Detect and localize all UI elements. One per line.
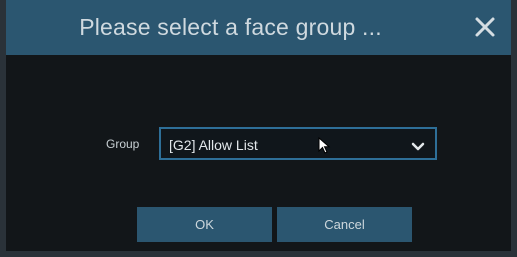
dialog-title: Please select a face group ... [79, 14, 382, 40]
group-select[interactable]: [G2] Allow List [159, 127, 437, 160]
close-button[interactable] [469, 11, 501, 43]
close-icon [475, 17, 495, 37]
group-label: Group [106, 137, 140, 151]
face-group-dialog: Please select a face group ... Group [G2… [0, 0, 517, 257]
group-select-value: [G2] Allow List [169, 137, 258, 153]
chevron-down-icon [411, 139, 425, 157]
dialog-titlebar: Please select a face group ... [6, 0, 511, 55]
ok-button[interactable]: OK [137, 207, 272, 242]
cancel-button[interactable]: Cancel [277, 207, 412, 242]
